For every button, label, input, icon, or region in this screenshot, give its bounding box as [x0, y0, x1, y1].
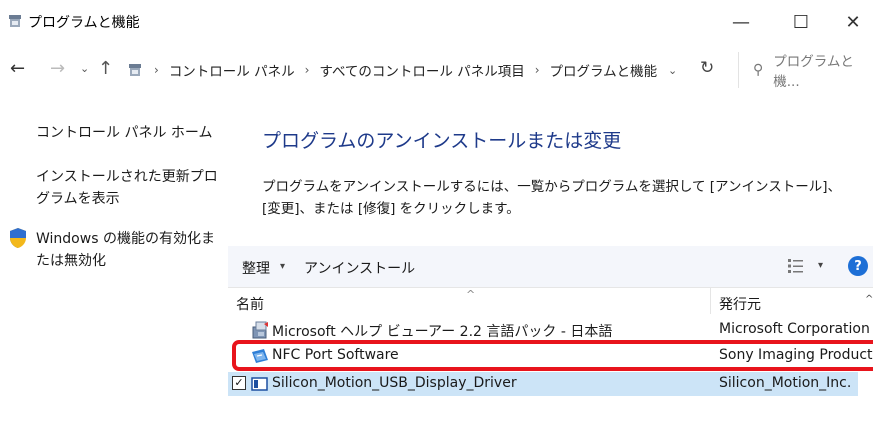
row-checkbox[interactable]: ✓	[232, 376, 246, 390]
list-item-selected[interactable]: ✓ Silicon_Motion_USB_Display_Driver Sili…	[228, 372, 858, 396]
forward-button[interactable]: →	[50, 58, 65, 79]
breadcrumb-separator: ›	[304, 63, 310, 77]
programs-features-icon	[9, 15, 21, 27]
view-dropdown-icon[interactable]: ▾	[818, 260, 823, 271]
organize-button[interactable]: 整理	[242, 258, 270, 278]
list-item[interactable]: Microsoft ヘルプ ビューアー 2.2 言語パック - 日本語 Micr…	[228, 318, 873, 342]
scroll-up-icon[interactable]: ^	[865, 294, 873, 305]
address-dropdown[interactable]: ⌄	[668, 64, 677, 77]
program-name: Silicon_Motion_USB_Display_Driver	[272, 375, 517, 391]
close-button[interactable]: ✕	[830, 0, 873, 44]
search-icon: ⚲	[753, 62, 764, 78]
program-publisher: Silicon_Motion_Inc.	[719, 375, 852, 391]
organize-dropdown-icon[interactable]: ▾	[280, 261, 285, 272]
help-button[interactable]: ?	[848, 256, 868, 276]
search-box[interactable]: ⚲ プログラムと機...	[738, 52, 873, 90]
sidebar-link-home[interactable]: コントロール パネル ホーム	[36, 122, 212, 144]
breadcrumb-programs[interactable]: プログラムと機能	[550, 60, 658, 80]
display-driver-icon	[251, 377, 268, 391]
title-bar: プログラムと機能 — ☐ ✕	[0, 0, 873, 44]
window-title: プログラムと機能	[28, 15, 140, 31]
program-publisher: Microsoft Corporation	[719, 321, 870, 337]
uac-shield-icon	[10, 228, 26, 248]
uninstall-button[interactable]: アンインストール	[304, 258, 415, 278]
search-placeholder: プログラムと機...	[773, 54, 854, 90]
control-panel-icon	[129, 64, 141, 76]
navigation-bar: ← → ⌄ ↑ › コントロール パネル › すべてのコントロール パネル項目 …	[0, 48, 873, 92]
sidebar-link-windows-features[interactable]: Windows の機能の有効化または無効化	[36, 228, 226, 272]
page-title: プログラムのアンインストールまたは変更	[262, 130, 622, 152]
breadcrumb-control-panel[interactable]: コントロール パネル	[169, 60, 295, 80]
recent-locations-dropdown[interactable]: ⌄	[80, 62, 89, 75]
back-button[interactable]: ←	[10, 58, 25, 79]
minimize-button[interactable]: —	[718, 0, 764, 44]
breadcrumb-separator: ›	[154, 63, 159, 77]
column-header-name[interactable]: 名前	[236, 294, 264, 314]
installer-package-icon	[252, 321, 268, 339]
refresh-button[interactable]: ↻	[700, 58, 714, 78]
column-divider[interactable]	[710, 288, 711, 314]
page-description: プログラムをアンインストールするには、一覧からプログラムを選択して [アンインス…	[262, 179, 841, 217]
sidebar-link-installed-updates[interactable]: インストールされた更新プログラムを表示	[36, 166, 226, 210]
view-options-icon[interactable]	[786, 256, 806, 276]
highlight-annotation	[232, 340, 873, 371]
address-bar[interactable]: › コントロール パネル › すべてのコントロール パネル項目 › プログラムと…	[122, 52, 692, 88]
up-button[interactable]: ↑	[98, 58, 113, 79]
list-header: 名前 ^ 発行元 ^	[228, 288, 873, 314]
maximize-button[interactable]: ☐	[778, 0, 824, 44]
breadcrumb-separator: ›	[534, 63, 540, 77]
program-name: Microsoft ヘルプ ビューアー 2.2 言語パック - 日本語	[272, 324, 613, 340]
column-header-publisher[interactable]: 発行元	[719, 294, 761, 314]
breadcrumb-all-items[interactable]: すべてのコントロール パネル項目	[319, 60, 524, 80]
sort-ascending-icon: ^	[466, 288, 476, 301]
command-bar: 整理 ▾ アンインストール ▾ ?	[228, 246, 873, 288]
